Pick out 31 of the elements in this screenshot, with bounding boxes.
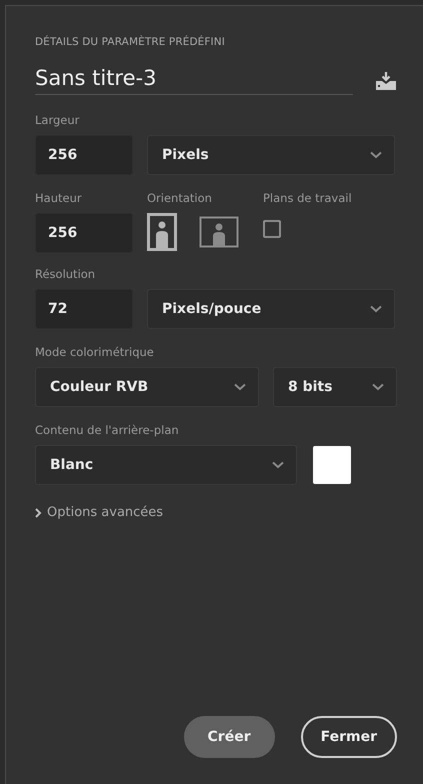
width-unit-dropdown[interactable]: Pixels	[147, 135, 395, 175]
chevron-down-icon	[372, 383, 384, 391]
background-dropdown[interactable]: Blanc	[35, 445, 297, 485]
field-label: Largeur	[35, 113, 80, 127]
chevron-down-icon	[370, 305, 382, 313]
chevron-down-icon	[370, 151, 382, 159]
save-preset-icon[interactable]	[375, 72, 397, 90]
preset-name-field[interactable]: Sans titre-3	[35, 66, 353, 95]
field-label: Hauteur	[35, 191, 83, 205]
resolution-unit-dropdown[interactable]: Pixels/pouce	[147, 289, 395, 329]
landscape-orientation-icon[interactable]	[199, 216, 239, 248]
artboards-checkbox[interactable]	[263, 220, 281, 238]
color-mode-dropdown[interactable]: Couleur RVB	[35, 367, 259, 407]
field-label: Résolution	[35, 267, 96, 281]
resolution-field[interactable]: 72	[35, 289, 133, 329]
chevron-down-icon	[234, 383, 246, 391]
close-button[interactable]: Fermer	[300, 716, 397, 758]
create-button[interactable]: Créer	[184, 716, 275, 758]
section-title: DÉTAILS DU PARAMÈTRE PRÉDÉFINI	[35, 36, 226, 48]
chevron-down-icon	[272, 461, 284, 469]
chevron-right-icon[interactable]	[35, 508, 42, 518]
bit-depth-dropdown[interactable]: 8 bits	[273, 367, 397, 407]
width-field[interactable]: 256	[35, 135, 133, 175]
field-label: Contenu de l'arrière-plan	[35, 423, 180, 437]
portrait-orientation-icon[interactable]	[147, 213, 177, 251]
advanced-options-toggle[interactable]: Options avancées	[47, 505, 164, 520]
field-label: Mode colorimétrique	[35, 345, 155, 359]
height-field[interactable]: 256	[35, 213, 133, 253]
background-color-swatch[interactable]	[313, 446, 351, 484]
field-label: Plans de travail	[263, 191, 352, 205]
field-label: Orientation	[147, 191, 213, 205]
